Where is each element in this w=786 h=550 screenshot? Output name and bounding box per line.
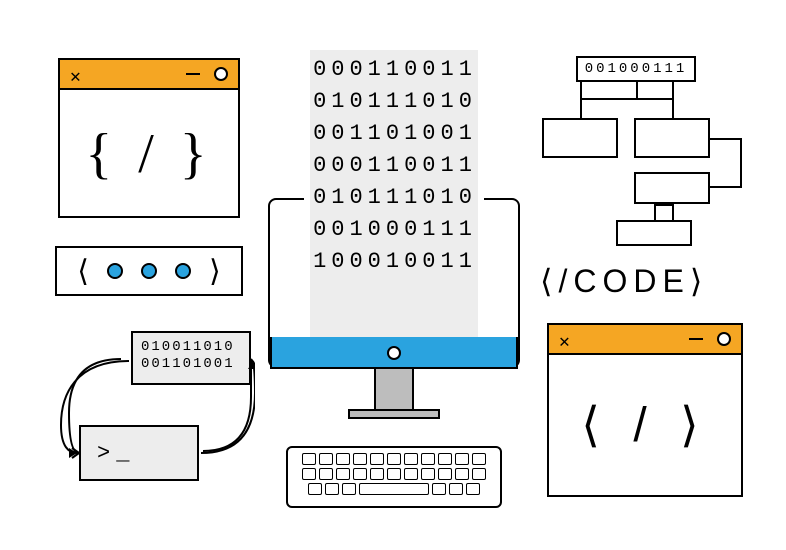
minimize-icon (186, 73, 200, 75)
loading-dot (107, 263, 123, 279)
webcam-icon (387, 346, 401, 360)
chevron-right-icon: ⟩ (209, 254, 221, 289)
flowchart-node (634, 118, 710, 158)
flowchart-root-node: 001000111 (576, 56, 696, 82)
loading-dot (141, 263, 157, 279)
flowchart-icon: 001000111 (542, 56, 754, 256)
loader-bar: ⟨ ⟩ (55, 246, 243, 296)
compile-cycle-icon: 010011010 001101001 >_ (55, 325, 255, 495)
window-titlebar: ✕ (60, 60, 238, 90)
flowchart-node (542, 118, 618, 158)
keyboard-icon (286, 446, 502, 508)
binary-line: 001101001 (300, 118, 490, 150)
binary-stream: 000110011 010111010 001101001 000110011 … (300, 54, 490, 278)
flowchart-node (616, 220, 692, 246)
minimize-icon (689, 338, 703, 340)
binary-source-box: 010011010 001101001 (131, 331, 251, 385)
loading-dot (175, 263, 191, 279)
close-icon: ✕ (70, 66, 81, 88)
flowchart-node (634, 172, 710, 204)
terminal-box: >_ (79, 425, 199, 481)
angle-brackets-glyph: ⟨ / ⟩ (549, 355, 741, 495)
terminal-prompt-icon: >_ (97, 441, 135, 466)
binary-line: 100010011 (300, 246, 490, 278)
code-window-anglebrackets: ✕ ⟨ / ⟩ (547, 323, 743, 497)
binary-line: 001000111 (300, 214, 490, 246)
binary-line: 010011010 (141, 339, 235, 355)
binary-line: 000110011 (300, 54, 490, 86)
window-titlebar: ✕ (549, 325, 741, 355)
close-icon: ✕ (559, 331, 570, 353)
monitor-stand (374, 369, 414, 411)
braces-glyph: { / } (60, 90, 238, 218)
code-tag-label: ⟨/CODE⟩ (540, 262, 750, 300)
binary-line: 010111010 (300, 86, 490, 118)
code-window-braces: ✕ { / } (58, 58, 240, 218)
binary-line: 001101001 (141, 356, 235, 372)
monitor-foot (348, 409, 440, 419)
binary-line: 010111010 (300, 182, 490, 214)
chevron-left-icon: ⟨ (77, 254, 89, 289)
illustration-canvas: ✕ { / } ⟨ ⟩ 010011010 (0, 0, 786, 550)
maximize-icon (717, 332, 731, 346)
binary-line: 000110011 (300, 150, 490, 182)
maximize-icon (214, 67, 228, 81)
